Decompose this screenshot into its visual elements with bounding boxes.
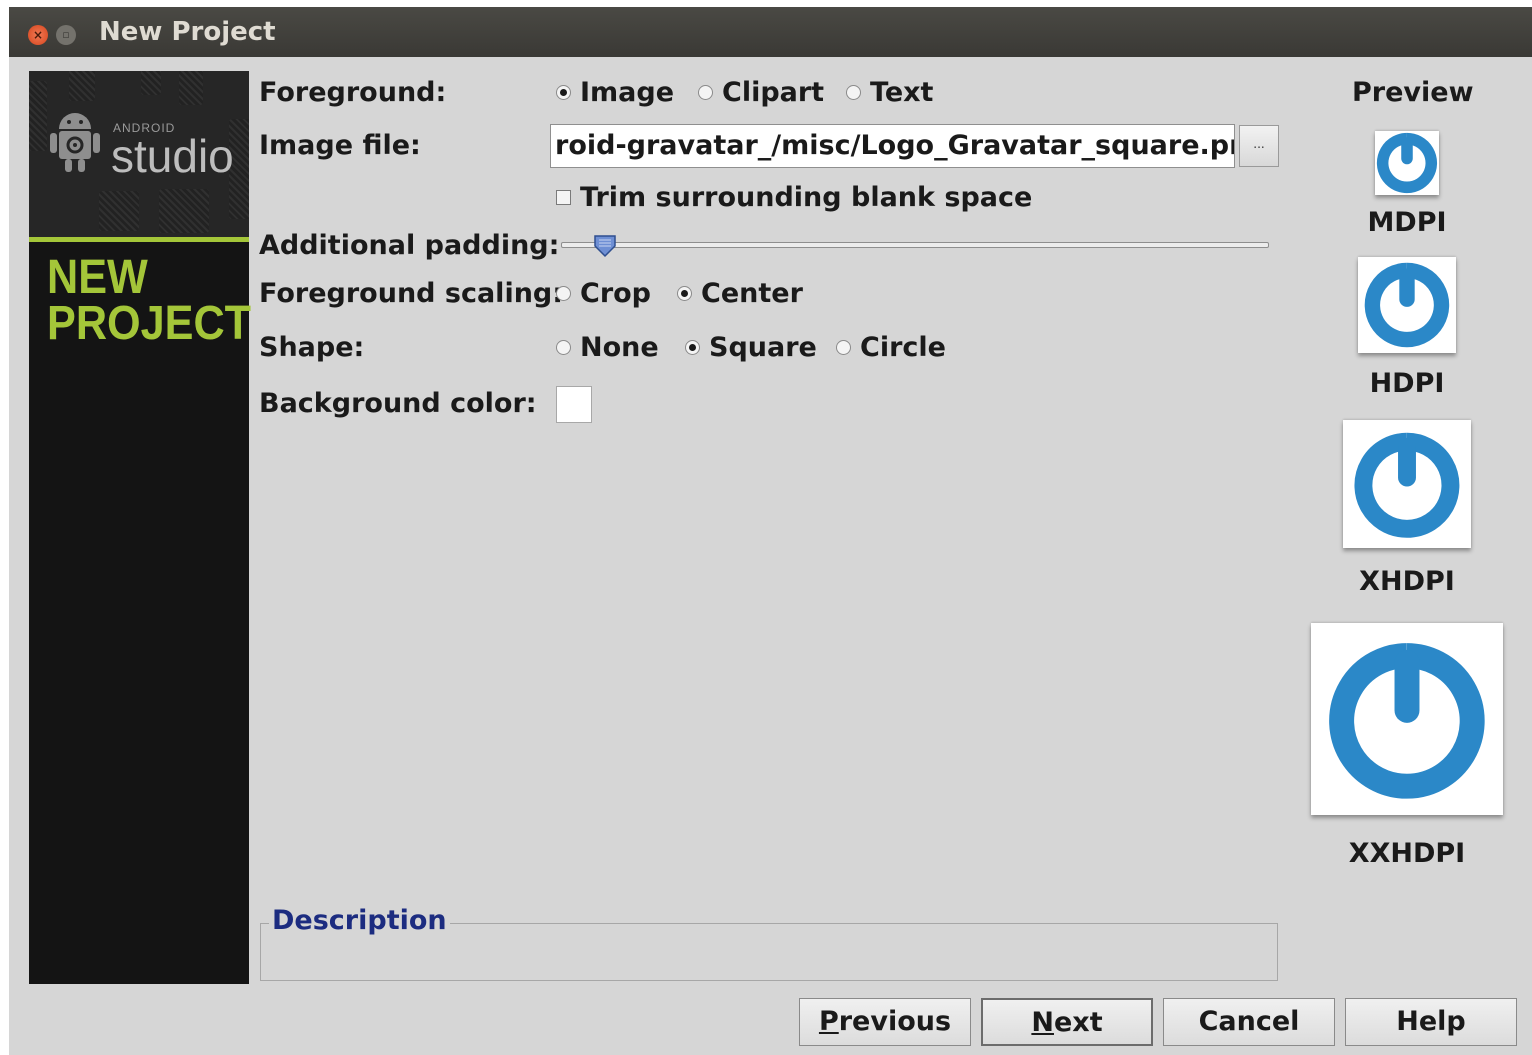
shape-label: Shape: — [259, 332, 365, 363]
preview-title: Preview — [1352, 77, 1474, 108]
trim-checkbox[interactable]: Trim surrounding blank space — [556, 182, 1032, 213]
scaling-radio-center[interactable]: Center — [677, 278, 803, 309]
preview-hdpi-image — [1358, 257, 1456, 353]
background-color-label: Background color: — [259, 388, 537, 419]
cancel-button[interactable]: Cancel — [1163, 998, 1335, 1046]
radio-unselected-icon[interactable] — [846, 85, 861, 100]
radio-unselected-icon[interactable] — [556, 340, 571, 355]
accent-divider — [29, 237, 249, 242]
preview-mdpi-image — [1375, 131, 1439, 195]
preview-hdpi-label: HDPI — [1369, 368, 1445, 399]
preview-xxhdpi-label: XXHDPI — [1348, 838, 1466, 869]
foreground-label: Foreground: — [259, 77, 447, 108]
preview-xhdpi-label: XHDPI — [1359, 566, 1455, 597]
slider-thumb-icon[interactable] — [593, 234, 617, 258]
studio-wordmark: studio — [111, 130, 234, 182]
help-button[interactable]: Help — [1345, 998, 1517, 1046]
shape-radio-square[interactable]: Square — [685, 332, 817, 363]
image-file-label: Image file: — [259, 130, 421, 161]
minimize-window-icon[interactable]: ▫ — [56, 25, 76, 45]
new-project-dialog: × ▫ New Project ANDROID studio NEW PROJE… — [9, 7, 1532, 1055]
image-file-input[interactable]: roid-gravatar_/misc/Logo_Gravatar_square… — [550, 124, 1235, 168]
preview-mdpi-label: MDPI — [1367, 207, 1447, 238]
sidebar-heading: NEW PROJECT — [47, 251, 252, 350]
title-bar: × ▫ New Project — [9, 7, 1532, 57]
radio-selected-icon[interactable] — [685, 340, 700, 355]
gravatar-logo-icon — [1364, 262, 1450, 348]
gravatar-logo-icon — [1354, 432, 1460, 538]
background-color-swatch[interactable] — [556, 386, 592, 423]
shape-radio-none[interactable]: None — [556, 332, 659, 363]
foreground-scaling-label: Foreground scaling: — [259, 278, 564, 309]
radio-unselected-icon[interactable] — [836, 340, 851, 355]
foreground-radio-clipart[interactable]: Clipart — [698, 77, 824, 108]
additional-padding-label: Additional padding: — [259, 230, 560, 261]
android-logo-icon — [50, 113, 100, 172]
browse-button[interactable]: ... — [1239, 125, 1279, 167]
radio-selected-icon[interactable] — [556, 85, 571, 100]
radio-unselected-icon[interactable] — [698, 85, 713, 100]
next-button[interactable]: Next — [981, 998, 1153, 1046]
previous-button[interactable]: Previous — [799, 998, 971, 1046]
android-studio-banner: ANDROID studio — [29, 71, 249, 237]
wizard-sidebar: ANDROID studio NEW PROJECT — [29, 71, 252, 984]
checkbox-icon[interactable] — [556, 190, 571, 205]
gravatar-logo-icon — [1329, 643, 1485, 799]
close-window-icon[interactable]: × — [28, 25, 48, 45]
radio-selected-icon[interactable] — [677, 286, 692, 301]
foreground-radio-image[interactable]: Image — [556, 77, 674, 108]
shape-radio-circle[interactable]: Circle — [836, 332, 946, 363]
scaling-radio-crop[interactable]: Crop — [556, 278, 651, 309]
radio-unselected-icon[interactable] — [556, 286, 571, 301]
window-title: New Project — [99, 17, 276, 47]
foreground-radio-text[interactable]: Text — [846, 77, 933, 108]
padding-slider[interactable] — [561, 242, 1269, 248]
gravatar-logo-icon — [1376, 132, 1437, 194]
preview-xhdpi-image — [1343, 420, 1471, 548]
preview-xxhdpi-image — [1311, 623, 1503, 815]
description-title: Description — [269, 905, 450, 936]
